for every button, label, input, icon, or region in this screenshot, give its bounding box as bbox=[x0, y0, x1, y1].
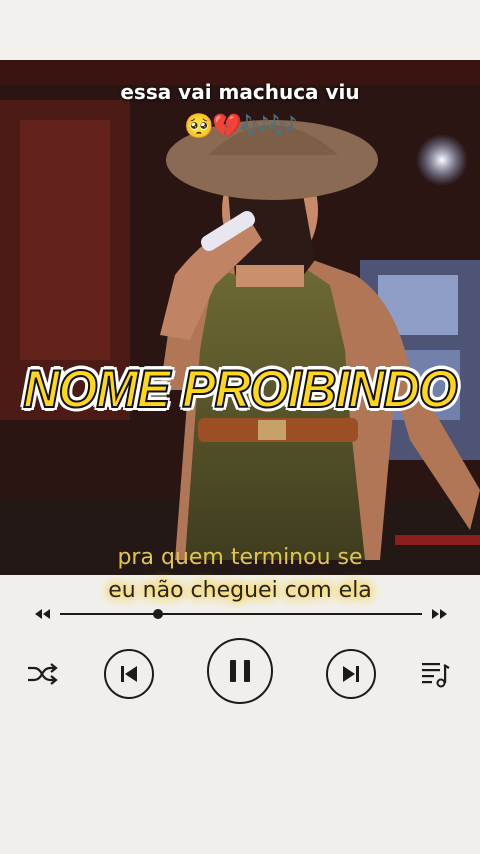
previous-button[interactable] bbox=[104, 649, 154, 699]
skip-previous-icon bbox=[121, 666, 137, 682]
rewind-icon[interactable] bbox=[32, 606, 52, 622]
pause-icon bbox=[230, 660, 250, 682]
progress-track[interactable] bbox=[60, 613, 422, 615]
lyric-line-previous: pra quem terminou se bbox=[117, 545, 363, 570]
shuffle-button[interactable] bbox=[25, 659, 59, 689]
lyric-line-current: eu não cheguei com ela bbox=[108, 578, 372, 603]
progress-bar[interactable] bbox=[32, 603, 450, 625]
caption-emoji: 🥺💔🎶🎶 bbox=[184, 112, 298, 140]
progress-knob[interactable] bbox=[152, 609, 163, 619]
song-title-overlay: NOME PROIBINDO bbox=[22, 359, 458, 420]
playback-controls bbox=[0, 635, 480, 715]
shuffle-icon bbox=[28, 663, 58, 685]
video-frame[interactable]: essa vai machuca viu 🥺💔🎶🎶 NOME PROIBINDO bbox=[0, 60, 480, 575]
skip-next-icon bbox=[343, 666, 359, 682]
playlist-icon bbox=[422, 663, 450, 688]
video-caption: essa vai machuca viu bbox=[120, 80, 360, 104]
pause-button[interactable] bbox=[207, 638, 273, 704]
top-margin bbox=[0, 0, 480, 60]
next-button[interactable] bbox=[326, 649, 376, 699]
fast-forward-icon[interactable] bbox=[430, 606, 450, 622]
playlist-button[interactable] bbox=[418, 657, 452, 691]
